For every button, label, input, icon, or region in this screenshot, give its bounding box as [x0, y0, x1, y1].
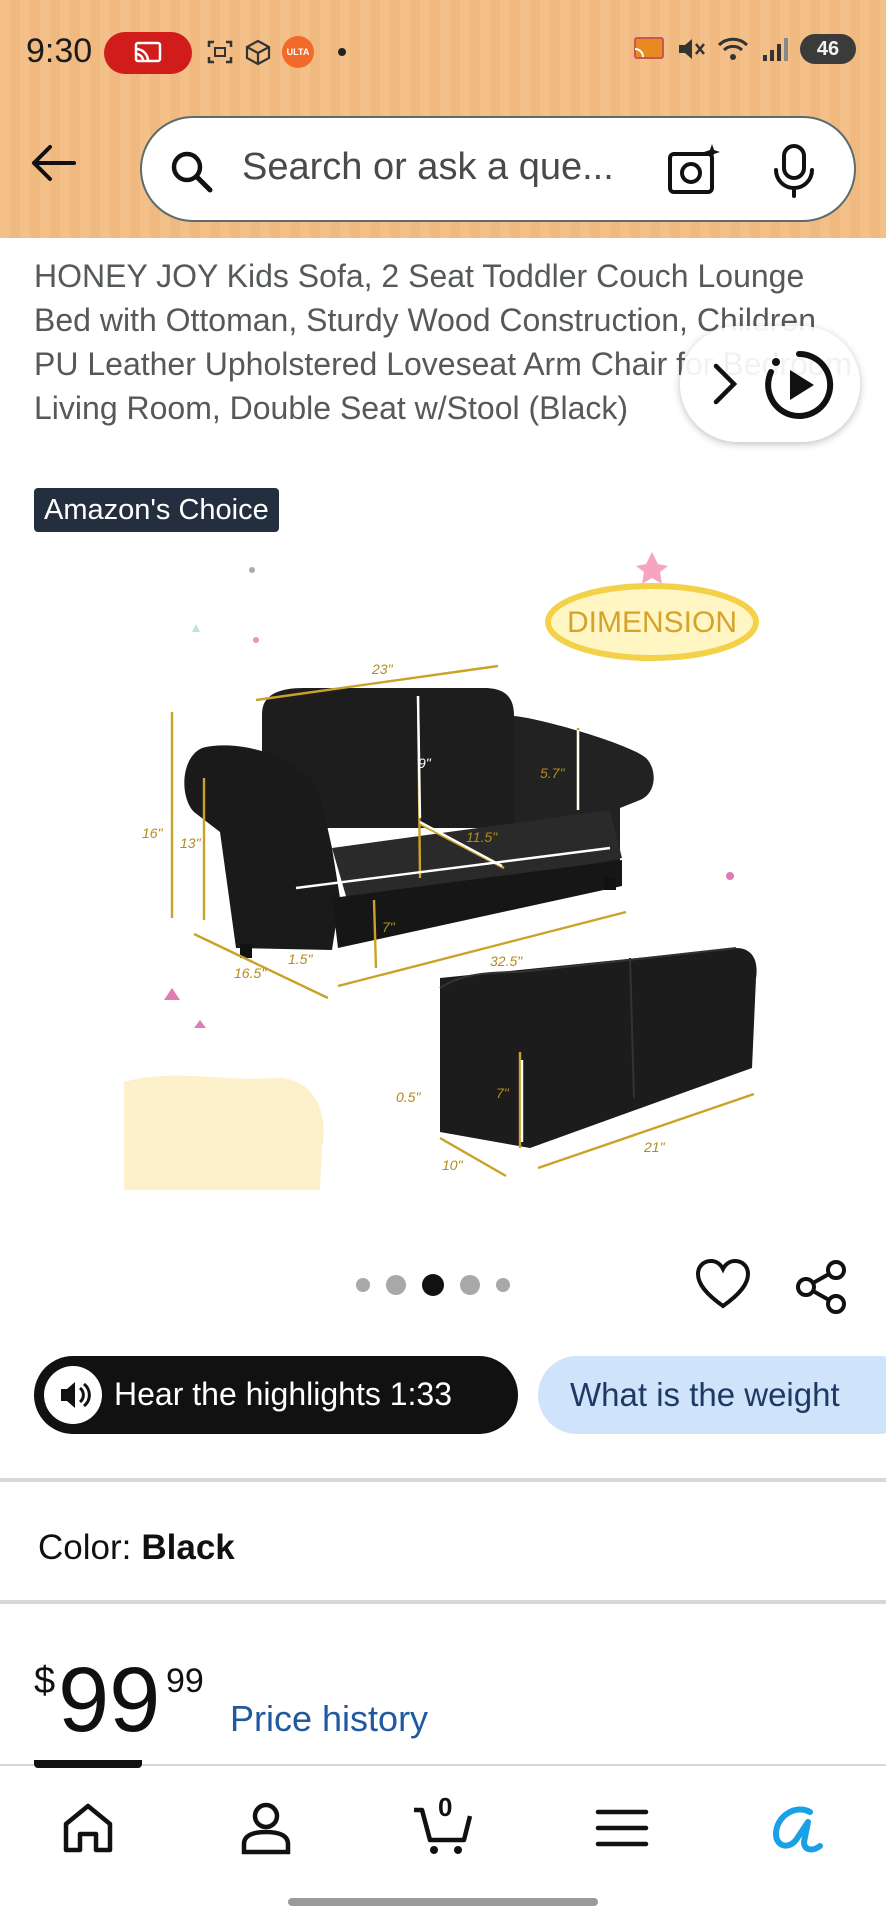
more-notifications-dot: [338, 48, 346, 56]
amazons-choice-badge[interactable]: Amazon's Choice: [34, 488, 279, 532]
gesture-home-bar[interactable]: [288, 1898, 598, 1906]
video-play-icon: [765, 350, 834, 419]
cart-button[interactable]: 0: [412, 1792, 473, 1858]
section-divider: [0, 1478, 886, 1482]
price-fraction: 99: [166, 1662, 204, 1700]
rufus-ai-icon[interactable]: [766, 1798, 826, 1858]
screenshot-icon: [207, 40, 233, 64]
share-icon[interactable]: [794, 1258, 850, 1316]
battery-indicator: 46: [800, 34, 856, 64]
back-arrow-icon: [32, 145, 76, 181]
audio-icon: [44, 1366, 102, 1424]
dim-leg: 1.5": [288, 951, 313, 967]
dim-ottoman-leg: 0.5": [396, 1089, 421, 1105]
hear-highlights-label: Hear the highlights 1:33: [114, 1376, 452, 1412]
color-value: Black: [141, 1528, 235, 1567]
suggested-question-chip[interactable]: What is the weight: [538, 1356, 886, 1434]
camera-search-icon[interactable]: [666, 142, 722, 198]
dim-width: 23": [371, 661, 394, 677]
cart-count: 0: [438, 1792, 453, 1822]
account-icon[interactable]: [236, 1798, 296, 1858]
video-button[interactable]: [680, 326, 860, 442]
product-image[interactable]: DIMENSION 23" 16" 13" 9" 5.7" 11.5" 7" 1…: [110, 548, 770, 1198]
chevron-right-icon: [713, 363, 738, 405]
dim-ottoman-height: 7": [496, 1085, 510, 1101]
ulta-app-icon: ULTA: [282, 36, 314, 68]
image-carousel-dots[interactable]: [356, 1274, 510, 1296]
color-selector[interactable]: Color: Black: [38, 1528, 235, 1568]
dim-ottoman-length: 21": [643, 1139, 666, 1155]
section-divider: [0, 1600, 886, 1604]
search-bar[interactable]: Search or ask a que...: [140, 116, 856, 222]
dim-length: 32.5": [490, 953, 523, 969]
dim-ottoman-depth: 10": [442, 1157, 464, 1173]
heart-icon[interactable]: [694, 1258, 752, 1312]
dim-total-height: 16": [142, 825, 164, 841]
carousel-dot[interactable]: [356, 1278, 370, 1292]
hear-highlights-button[interactable]: Hear the highlights 1:33: [34, 1356, 518, 1434]
microphone-icon[interactable]: [768, 142, 820, 200]
dim-seat-height: 7": [382, 919, 396, 935]
sofa-dimension-image: DIMENSION 23" 16" 13" 9" 5.7" 11.5" 7" 1…: [124, 552, 759, 1190]
search-icon: [171, 151, 213, 193]
price-history-link[interactable]: Price history: [230, 1698, 428, 1740]
dim-seat-depth: 11.5": [466, 829, 498, 845]
back-button[interactable]: [26, 138, 82, 188]
carousel-dot-active[interactable]: [422, 1274, 444, 1296]
wifi-icon: [717, 37, 749, 60]
screen-cast-indicator[interactable]: [104, 32, 192, 74]
cast-icon: [134, 41, 162, 63]
home-icon[interactable]: [58, 1798, 118, 1858]
top-header: 9:30 ULTA 46 Search or ask a que...: [0, 0, 886, 238]
suggested-question-label: What is the weight: [570, 1376, 840, 1413]
dim-arm-total: 13": [180, 835, 202, 851]
dimension-label: DIMENSION: [567, 606, 737, 639]
dim-back-height: 9": [418, 755, 432, 771]
cast-active-icon: [634, 37, 664, 59]
carousel-dot[interactable]: [386, 1275, 406, 1295]
bottom-navigation: 0: [0, 1760, 886, 1920]
color-label: Color:: [38, 1528, 132, 1567]
status-bar: 9:30 ULTA 46: [0, 0, 886, 104]
search-input[interactable]: Search or ask a que...: [242, 146, 614, 189]
dim-arm-height: 5.7": [540, 765, 565, 781]
carousel-dot[interactable]: [460, 1275, 480, 1295]
active-tab-indicator: [34, 1760, 142, 1768]
mute-icon: [679, 39, 705, 59]
status-time: 9:30: [26, 32, 93, 70]
price-whole: 99: [58, 1649, 161, 1751]
system-icons: 46: [632, 34, 856, 64]
notification-icons: ULTA: [206, 36, 346, 68]
signal-icon: [763, 38, 788, 61]
carousel-dot[interactable]: [496, 1278, 510, 1292]
box-icon: [245, 39, 271, 66]
dim-depth: 16.5": [234, 965, 267, 981]
menu-icon[interactable]: [592, 1798, 652, 1858]
price-currency: $: [34, 1660, 56, 1702]
